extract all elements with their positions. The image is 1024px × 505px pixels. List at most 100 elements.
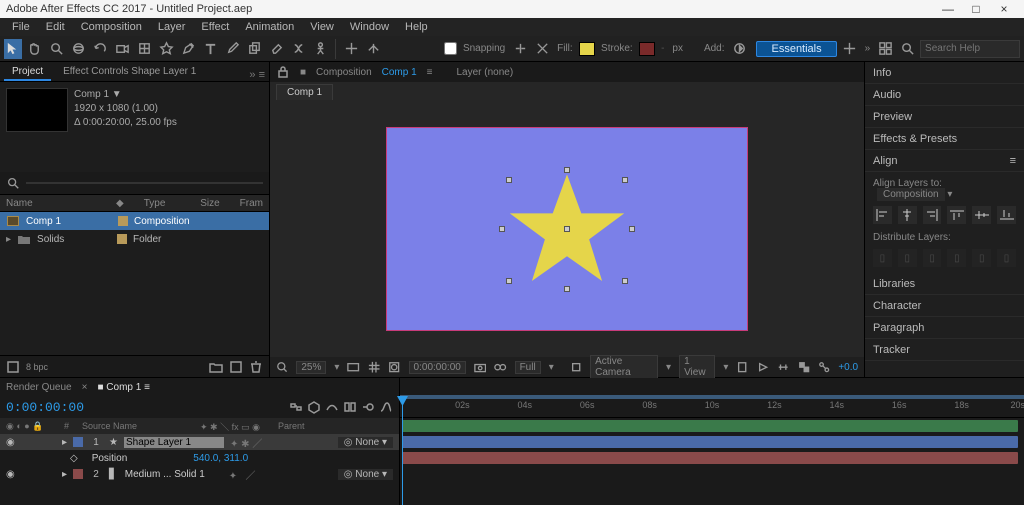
- camera-tool-icon[interactable]: [114, 39, 132, 59]
- panel-info[interactable]: Info: [865, 62, 1024, 84]
- col-fram[interactable]: Fram: [240, 198, 263, 209]
- comp-tab[interactable]: Comp 1: [276, 84, 333, 100]
- timeline-icon[interactable]: [777, 360, 789, 374]
- align-hcenter-icon[interactable]: [898, 206, 917, 224]
- world-axis-icon[interactable]: [364, 39, 382, 59]
- stroke-label[interactable]: Stroke:: [601, 43, 633, 54]
- work-area-bar[interactable]: [400, 395, 1024, 399]
- pen-tool-icon[interactable]: [180, 39, 198, 59]
- label-swatch[interactable]: [73, 437, 83, 447]
- align-top-icon[interactable]: [947, 206, 966, 224]
- layer-row-2[interactable]: ◉ ▸ 2 ▋ Medium ... Solid 1 ✦ ／ ◎ None ▾: [0, 466, 399, 482]
- transform-handle[interactable]: [622, 278, 628, 284]
- snap-inside-icon[interactable]: [533, 39, 551, 59]
- eye-icon[interactable]: ◉: [6, 469, 15, 480]
- fast-preview-icon[interactable]: [757, 360, 769, 374]
- comp-mini-flowchart-icon[interactable]: [289, 400, 303, 414]
- composition-viewer[interactable]: [270, 100, 864, 357]
- align-right-icon[interactable]: [923, 206, 942, 224]
- project-list[interactable]: Comp 1 Composition ▸ Solids Folder: [0, 212, 269, 355]
- menu-layer[interactable]: Layer: [150, 19, 194, 35]
- local-axis-icon[interactable]: [342, 39, 360, 59]
- panel-character[interactable]: Character: [865, 295, 1024, 317]
- resolution-icon[interactable]: [347, 360, 359, 374]
- panel-menu-icon[interactable]: » ≡: [249, 69, 265, 81]
- label-swatch[interactable]: [117, 234, 127, 244]
- layer-name[interactable]: Medium ... Solid 1: [123, 469, 223, 480]
- close-button[interactable]: ×: [990, 2, 1018, 16]
- layer-bar-prop[interactable]: [402, 436, 1018, 448]
- tab-render-queue[interactable]: Render Queue: [6, 382, 72, 393]
- col-type[interactable]: Type: [144, 198, 166, 209]
- draft3d-icon[interactable]: [570, 360, 582, 374]
- clone-tool-icon[interactable]: [245, 39, 263, 59]
- timeline-timecode[interactable]: 0:00:00:00: [6, 400, 84, 415]
- eraser-tool-icon[interactable]: [267, 39, 285, 59]
- composition-canvas[interactable]: [386, 127, 748, 331]
- zoom-dropdown[interactable]: 25%: [296, 361, 326, 374]
- comp-panel-comp-link[interactable]: Comp 1: [382, 67, 417, 78]
- magnify-icon[interactable]: [276, 360, 288, 374]
- workspace-menu-icon[interactable]: [841, 39, 859, 59]
- selection-tool-icon[interactable]: [4, 39, 22, 59]
- align-left-icon[interactable]: [873, 206, 892, 224]
- anchor-point-handle[interactable]: [564, 226, 570, 232]
- panel-effects-presets[interactable]: Effects & Presets: [865, 128, 1024, 150]
- quality-dropdown[interactable]: Full: [515, 361, 541, 374]
- tab-timeline-comp[interactable]: Comp 1: [106, 382, 141, 393]
- roto-tool-icon[interactable]: [289, 39, 307, 59]
- align-bottom-icon[interactable]: [997, 206, 1016, 224]
- menu-window[interactable]: Window: [342, 19, 397, 35]
- motion-blur-icon[interactable]: [361, 400, 375, 414]
- interpret-icon[interactable]: [6, 360, 20, 374]
- col-parent[interactable]: Parent: [278, 421, 305, 431]
- pan-behind-tool-icon[interactable]: [136, 39, 154, 59]
- maximize-button[interactable]: □: [962, 2, 990, 16]
- col-size[interactable]: Size: [200, 198, 219, 209]
- brush-tool-icon[interactable]: [224, 39, 242, 59]
- timeline-tracks[interactable]: 02s 04s 06s 08s 10s 12s 14s 16s 18s 20s: [400, 378, 1024, 505]
- layer-name[interactable]: Shape Layer 1: [124, 437, 224, 448]
- snapshot-icon[interactable]: [474, 360, 486, 374]
- channel-icon[interactable]: [494, 360, 506, 374]
- puppet-tool-icon[interactable]: [311, 39, 329, 59]
- project-item-comp1[interactable]: Comp 1 Composition: [0, 212, 269, 230]
- menu-help[interactable]: Help: [397, 19, 436, 35]
- hand-tool-icon[interactable]: [26, 39, 44, 59]
- snapping-checkbox[interactable]: [444, 42, 457, 55]
- align-to-dropdown[interactable]: Composition: [877, 188, 945, 201]
- viewer-timecode[interactable]: 0:00:00:00: [409, 361, 466, 374]
- layer-bar-2[interactable]: [402, 452, 1018, 464]
- current-time-indicator[interactable]: [402, 396, 403, 505]
- shy-icon[interactable]: [325, 400, 339, 414]
- menu-effect[interactable]: Effect: [193, 19, 237, 35]
- fill-swatch[interactable]: [579, 42, 595, 56]
- layer-panel-label[interactable]: Layer (none): [457, 67, 514, 78]
- project-search-input[interactable]: [26, 182, 263, 184]
- transform-handle[interactable]: [629, 226, 635, 232]
- col-source-name[interactable]: Source Name: [82, 421, 192, 431]
- parent-dropdown[interactable]: ◎ None ▾: [338, 469, 393, 480]
- add-menu-icon[interactable]: [731, 39, 749, 59]
- timeline-ruler[interactable]: 02s 04s 06s 08s 10s 12s 14s 16s 18s 20s: [400, 378, 1024, 418]
- stroke-swatch[interactable]: [639, 42, 655, 56]
- mask-icon[interactable]: [388, 360, 400, 374]
- transform-handle[interactable]: [506, 177, 512, 183]
- panel-tracker[interactable]: Tracker: [865, 339, 1024, 361]
- menu-file[interactable]: File: [4, 19, 38, 35]
- graph-editor-icon[interactable]: [379, 400, 393, 414]
- label-swatch[interactable]: [73, 469, 83, 479]
- workspace-dropdown[interactable]: Essentials: [756, 41, 836, 57]
- layer-row-1[interactable]: ◉ ▸ 1 ★ Shape Layer 1 ✦ ✱ ／ ◎ None ▾: [0, 434, 399, 450]
- align-vcenter-icon[interactable]: [972, 206, 991, 224]
- panel-audio[interactable]: Audio: [865, 84, 1024, 106]
- tab-effect-controls[interactable]: Effect Controls Shape Layer 1: [55, 64, 204, 81]
- tab-project[interactable]: Project: [4, 64, 51, 81]
- menu-view[interactable]: View: [302, 19, 342, 35]
- transform-handle[interactable]: [622, 177, 628, 183]
- camera-dropdown[interactable]: Active Camera: [590, 355, 658, 379]
- grid-icon[interactable]: [368, 360, 380, 374]
- draft3d-icon[interactable]: [307, 400, 321, 414]
- property-value[interactable]: 540.0, 311.0: [193, 453, 248, 464]
- panel-paragraph[interactable]: Paragraph: [865, 317, 1024, 339]
